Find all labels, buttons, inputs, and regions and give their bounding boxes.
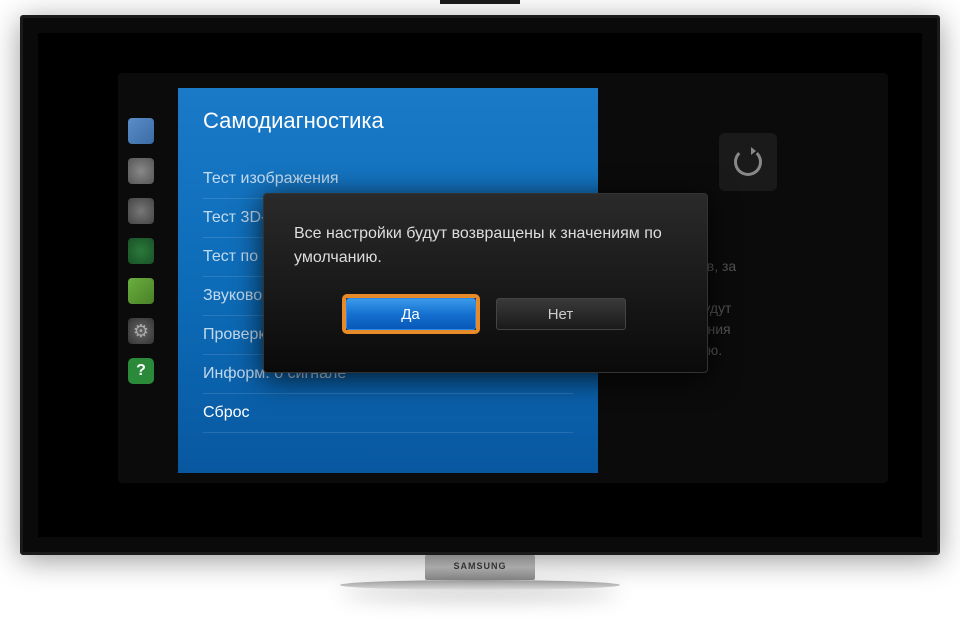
tv-camera [440,0,520,4]
dialog-buttons: Да Нет [294,298,677,330]
panel-title: Самодиагностика [203,108,573,134]
refresh-icon-box [719,133,777,191]
question-icon: ? [136,362,146,380]
dialog-message: Все настройки будут возвращены к значени… [294,222,677,270]
tv-brand-logo: SAMSUNG [453,561,506,571]
tv-neck: SAMSUNG [425,555,535,580]
sidebar: ⚙ ? [128,118,158,398]
refresh-icon [734,148,762,176]
sidebar-sound-icon[interactable] [128,158,154,184]
tv-base [340,580,620,590]
sidebar-smart-icon[interactable] [128,278,154,304]
tv-stand: SAMSUNG [340,555,620,600]
yes-button-label: Да [401,306,420,323]
sidebar-picture-icon[interactable] [128,118,154,144]
sidebar-support-icon[interactable]: ? [128,358,154,384]
tv-frame: ⚙ ? Самодиагностика Тест изображения Тес… [20,15,940,555]
gear-icon: ⚙ [133,321,149,342]
sidebar-network-icon[interactable] [128,238,154,264]
no-button-label: Нет [548,306,574,323]
menu-item-reset[interactable]: Сброс [203,394,573,433]
sidebar-system-icon[interactable]: ⚙ [128,318,154,344]
tv-screen: ⚙ ? Самодиагностика Тест изображения Тес… [38,33,922,537]
sidebar-channel-icon[interactable] [128,198,154,224]
no-button[interactable]: Нет [496,298,626,330]
confirm-dialog: Все настройки будут возвращены к значени… [263,193,708,373]
yes-button[interactable]: Да [346,298,476,330]
